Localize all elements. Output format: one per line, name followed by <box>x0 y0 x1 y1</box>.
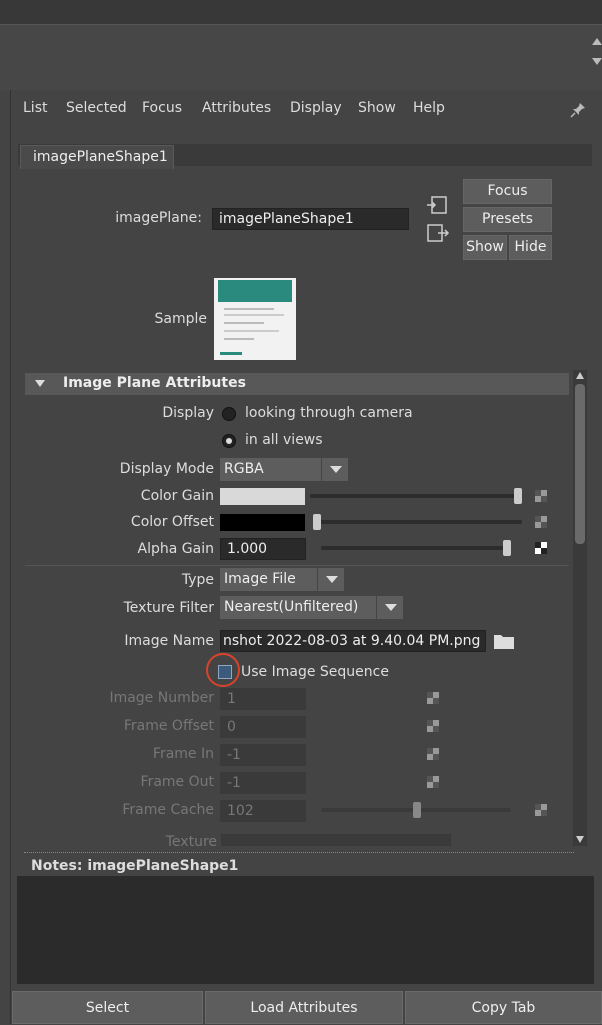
image-number-label: Image Number <box>109 690 214 706</box>
map-button-icon[interactable] <box>427 692 439 704</box>
node-name-field[interactable]: imagePlaneShape1 <box>212 208 409 230</box>
display-mode-value: RGBA <box>224 461 264 477</box>
section-image-plane-attributes[interactable]: Image Plane Attributes <box>25 373 569 395</box>
texture-label: Texture <box>165 834 217 846</box>
color-gain-thumb[interactable] <box>514 488 522 504</box>
radio-looking-through-camera[interactable] <box>222 407 236 421</box>
color-gain-swatch[interactable] <box>220 488 305 505</box>
pin-icon[interactable] <box>570 102 586 118</box>
frame-offset-label: Frame Offset <box>123 718 214 734</box>
map-button-icon[interactable] <box>535 516 547 528</box>
display-label: Display <box>162 405 214 421</box>
section-title: Image Plane Attributes <box>63 375 246 391</box>
notes-textarea[interactable] <box>17 876 594 984</box>
type-value: Image File <box>224 571 296 587</box>
chevron-down-icon <box>385 604 397 611</box>
image-number-field[interactable]: 1 <box>220 688 306 710</box>
display-mode-dropdown[interactable]: RGBA <box>220 458 348 481</box>
texture-filter-label: Texture Filter <box>123 600 214 616</box>
load-attributes-button[interactable]: Load Attributes <box>205 991 403 1024</box>
display-mode-label: Display Mode <box>119 461 214 477</box>
image-name-label: Image Name <box>124 633 214 649</box>
map-button-icon[interactable] <box>535 542 547 554</box>
resize-handle[interactable] <box>588 34 602 74</box>
texture-filter-value: Nearest(Unfiltered) <box>224 599 359 615</box>
frame-cache-field[interactable]: 102 <box>220 800 306 822</box>
scroll-up-icon[interactable] <box>576 372 584 379</box>
menu-focus[interactable]: Focus <box>142 100 182 116</box>
sample-thumbnail <box>214 278 296 360</box>
top-bar <box>0 0 602 24</box>
frame-in-field[interactable]: -1 <box>220 744 306 766</box>
frame-cache-label: Frame Cache <box>122 802 214 818</box>
radio-label-looking-through-camera: looking through camera <box>245 405 413 421</box>
notes-label: Notes: imagePlaneShape1 <box>31 858 239 874</box>
image-name-field[interactable]: nshot 2022-08-03 at 9.40.04 PM.png <box>220 630 486 652</box>
menu-list[interactable]: List <box>23 100 47 116</box>
alpha-gain-field[interactable]: 1.000 <box>220 538 306 560</box>
color-gain-label: Color Gain <box>140 488 214 504</box>
toolbar-area <box>0 24 602 91</box>
map-button-icon[interactable] <box>427 720 439 732</box>
scroll-thumb[interactable] <box>575 384 585 544</box>
tab-imageplaneshape1[interactable]: imagePlaneShape1 <box>20 145 174 169</box>
chevron-down-icon <box>326 576 338 583</box>
type-dropdown[interactable]: Image File <box>220 568 344 591</box>
alpha-gain-slider[interactable] <box>321 546 511 550</box>
sample-label: Sample <box>154 311 208 327</box>
menu-display[interactable]: Display <box>290 100 342 116</box>
node-label: imagePlane: <box>115 210 202 226</box>
menu-attributes[interactable]: Attributes <box>202 100 271 116</box>
menu-help[interactable]: Help <box>413 100 445 116</box>
frame-offset-field[interactable]: 0 <box>220 716 306 738</box>
highlight-circle <box>206 653 240 687</box>
output-connection-icon[interactable] <box>426 224 450 242</box>
hide-button[interactable]: Hide <box>509 235 552 260</box>
type-label: Type <box>181 572 214 588</box>
menu-bar: List Selected Focus Attributes Display S… <box>14 94 602 124</box>
frame-in-label: Frame In <box>152 746 214 762</box>
texture-field[interactable] <box>221 834 451 846</box>
map-button-icon[interactable] <box>427 748 439 760</box>
alpha-gain-thumb[interactable] <box>503 540 511 556</box>
frame-cache-thumb[interactable] <box>413 802 421 818</box>
map-button-icon[interactable] <box>535 490 547 502</box>
use-image-sequence-label: Use Image Sequence <box>241 664 389 680</box>
color-offset-swatch[interactable] <box>220 514 305 531</box>
color-offset-label: Color Offset <box>130 514 214 530</box>
radio-label-in-all-views: in all views <box>245 432 323 448</box>
texture-row-clip: Texture <box>25 834 569 846</box>
folder-icon[interactable] <box>493 632 515 650</box>
pane-divider[interactable] <box>24 852 574 853</box>
input-connection-icon[interactable] <box>426 196 448 214</box>
color-offset-slider[interactable] <box>318 520 522 524</box>
menu-show[interactable]: Show <box>358 100 396 116</box>
frame-out-field[interactable]: -1 <box>220 772 306 794</box>
chevron-down-icon <box>330 466 342 473</box>
scrollbar[interactable] <box>573 370 587 846</box>
show-button[interactable]: Show <box>463 235 507 260</box>
frame-out-label: Frame Out <box>140 774 214 790</box>
presets-button[interactable]: Presets <box>463 207 552 232</box>
copy-tab-button[interactable]: Copy Tab <box>405 991 602 1024</box>
divider <box>25 565 569 566</box>
color-gain-slider[interactable] <box>310 494 522 498</box>
radio-in-all-views[interactable] <box>222 434 236 448</box>
map-button-icon[interactable] <box>535 804 547 816</box>
menu-selected[interactable]: Selected <box>66 100 127 116</box>
color-offset-thumb[interactable] <box>313 514 321 530</box>
focus-button[interactable]: Focus <box>463 179 552 204</box>
scroll-down-icon[interactable] <box>576 836 584 843</box>
select-button[interactable]: Select <box>12 991 203 1024</box>
alpha-gain-label: Alpha Gain <box>137 541 214 557</box>
collapse-arrow-icon <box>35 380 45 387</box>
texture-filter-dropdown[interactable]: Nearest(Unfiltered) <box>220 596 403 619</box>
map-button-icon[interactable] <box>427 776 439 788</box>
